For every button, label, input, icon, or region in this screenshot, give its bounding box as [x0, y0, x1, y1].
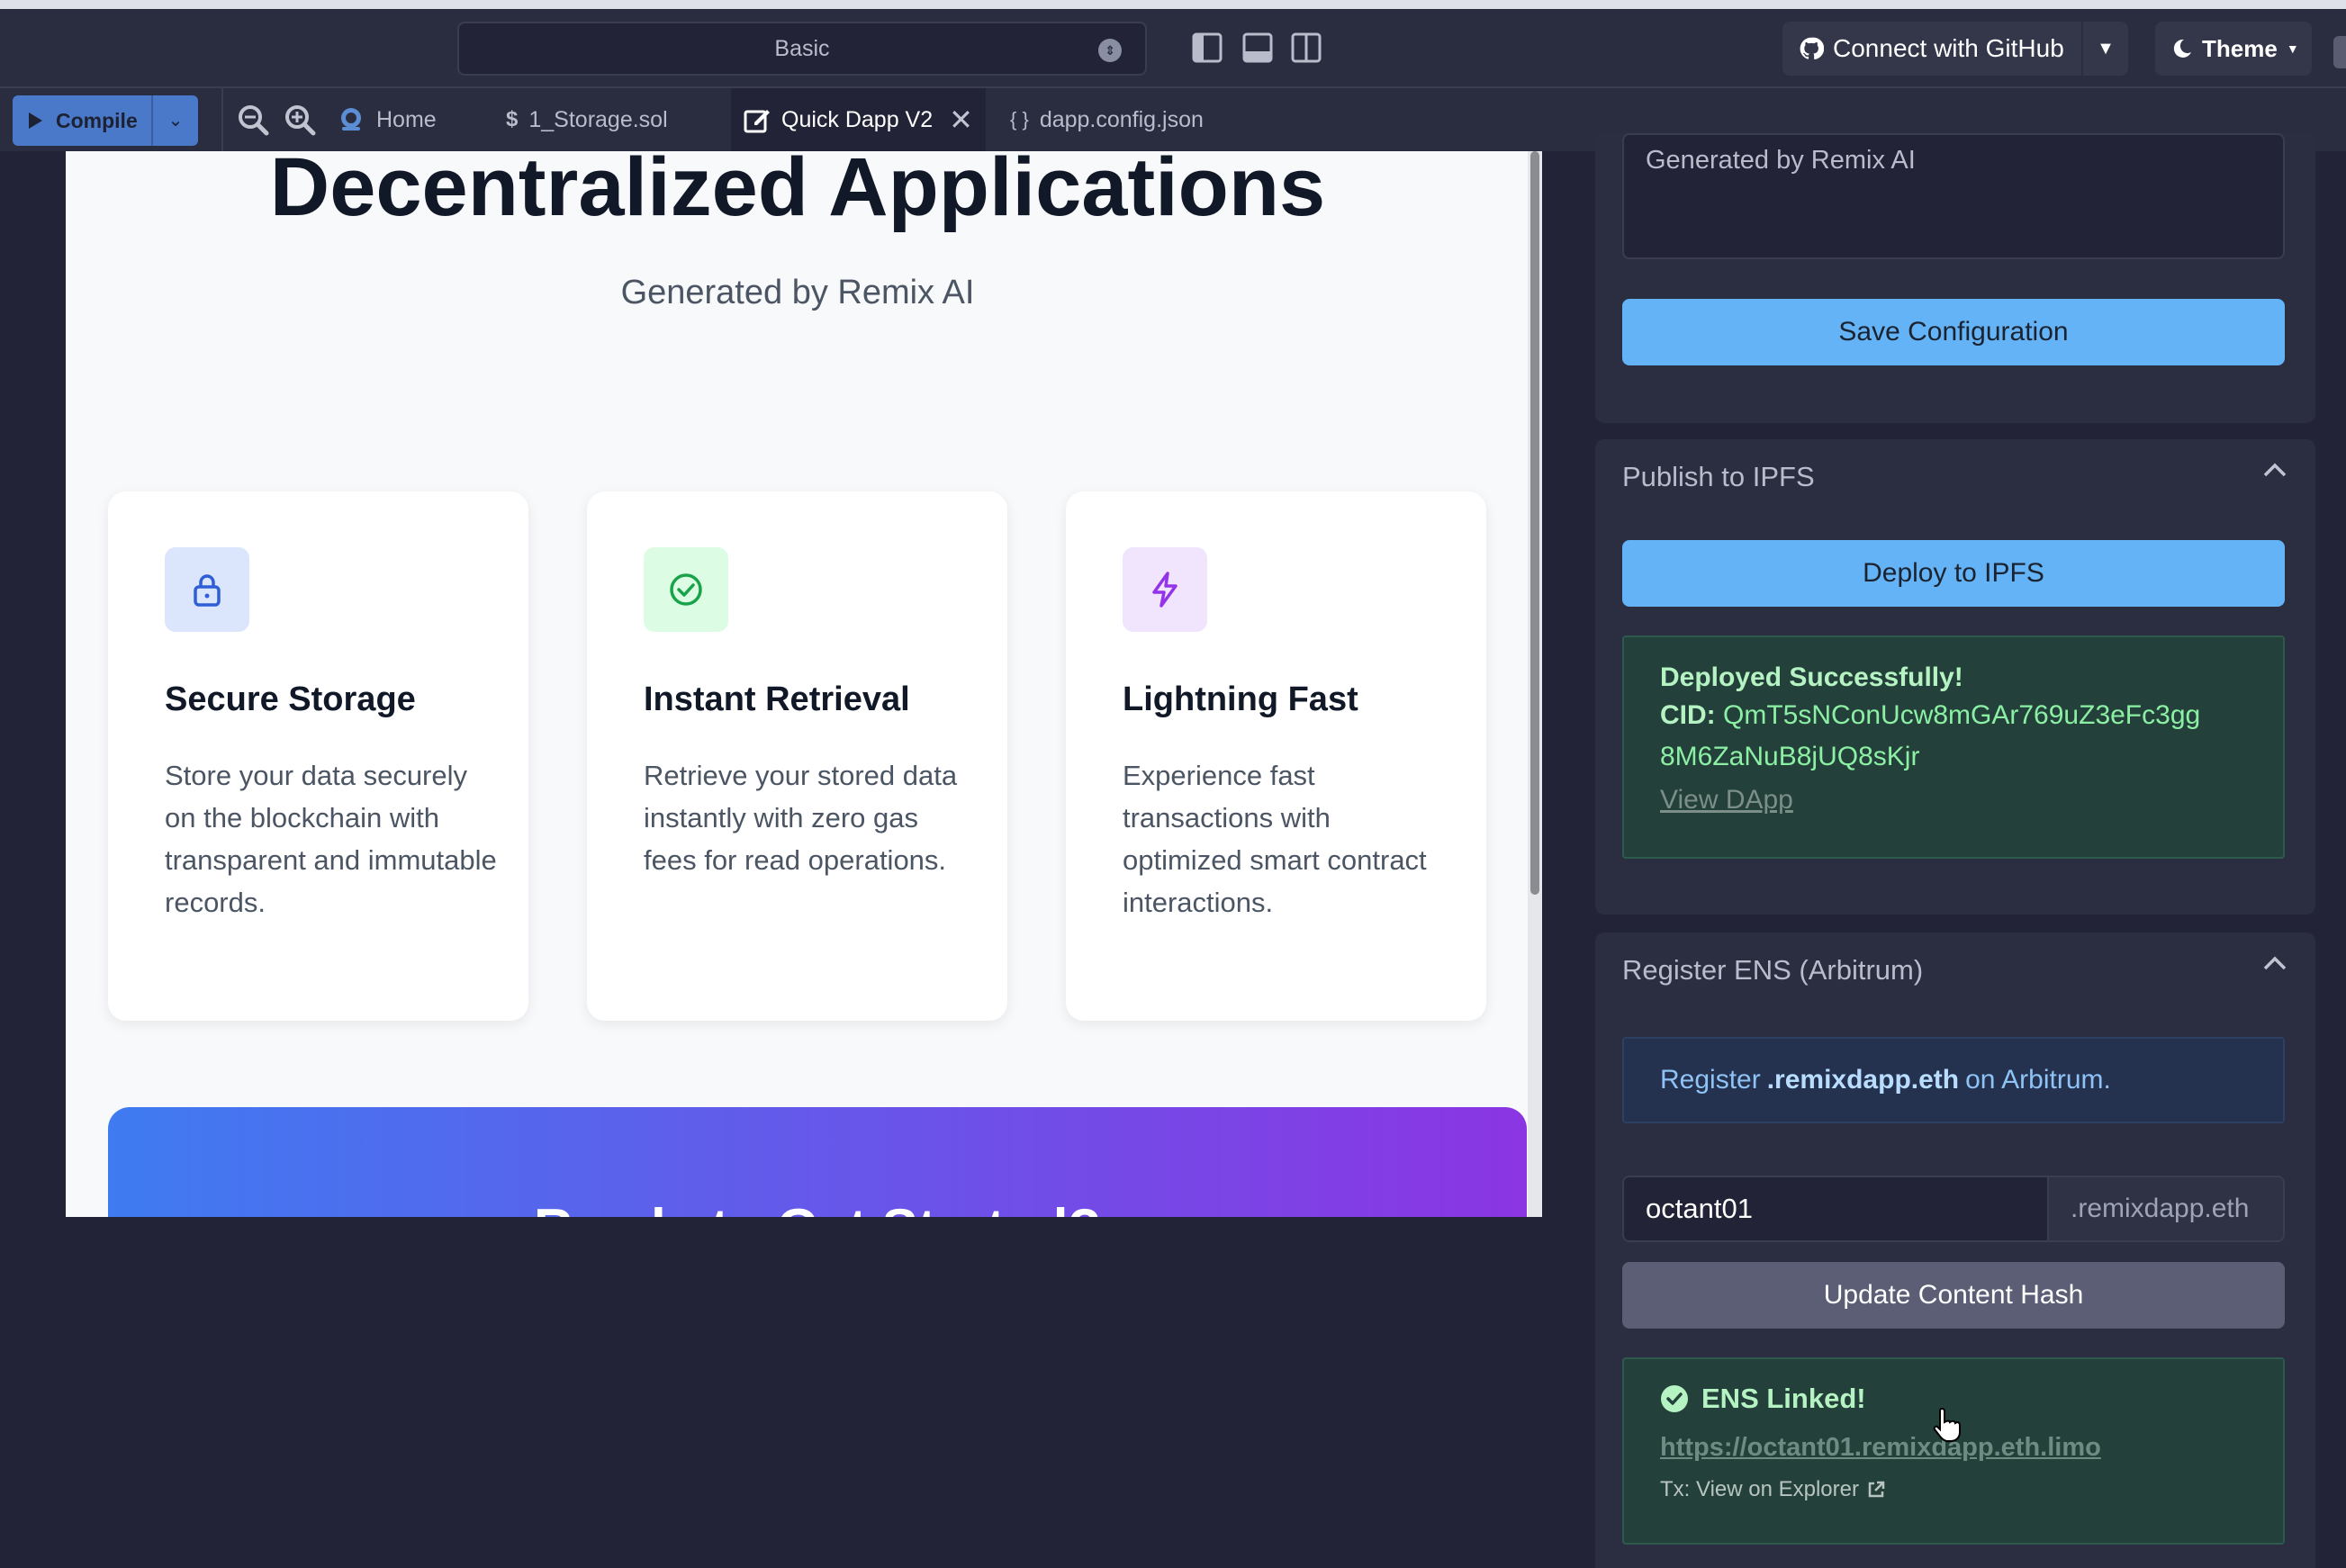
- feature-card-text: Store your data securely on the blockcha…: [165, 760, 497, 918]
- bottom-panel-layout-icon[interactable]: [1242, 32, 1273, 63]
- hand-cursor-icon: [1933, 1407, 1961, 1442]
- ens-name-input[interactable]: octant01: [1622, 1176, 2049, 1242]
- dapp-preview: Decentralized Applications Generated by …: [66, 151, 1542, 1217]
- deploy-ipfs-button[interactable]: Deploy to IPFS: [1622, 540, 2285, 607]
- feature-card-text: Experience fast transactions with optimi…: [1123, 760, 1427, 918]
- register-ens-section: Register ENS (Arbitrum) Register .remixd…: [1595, 933, 2315, 1568]
- remix-logo-icon: [341, 108, 361, 131]
- lightning-icon: [1123, 547, 1207, 632]
- compile-button[interactable]: Compile: [13, 95, 149, 146]
- deploy-success-alert: Deployed Successfully! CID: QmT5sNConUcw…: [1622, 635, 2285, 859]
- explorer-link[interactable]: Tx: View on Explorer: [1660, 1477, 2247, 1502]
- cta-title: Ready to Get Started?: [108, 1197, 1527, 1217]
- close-icon[interactable]: ✕: [949, 103, 973, 137]
- cid-label: CID:: [1660, 700, 1716, 730]
- feature-card: Lightning Fast Experience fast transacti…: [1066, 491, 1486, 1021]
- theme-label: Theme: [2202, 34, 2278, 62]
- split-panel-layout-icon[interactable]: [1291, 32, 1322, 63]
- publish-ipfs-section: Publish to IPFS Deploy to IPFS Deployed …: [1595, 439, 2315, 915]
- ens-info-prefix: Register: [1660, 1065, 1761, 1095]
- chevron-down-icon: ▼: [2286, 41, 2299, 56]
- hero-subtitle: Generated by Remix AI: [620, 274, 975, 311]
- tab-dapp-config-label: dapp.config.json: [1039, 106, 1204, 132]
- compile-dropdown-caret[interactable]: ⌄: [151, 95, 198, 146]
- feature-card: Secure Storage Store your data securely …: [108, 491, 528, 1021]
- tab-storage-sol[interactable]: $ 1_Storage.sol: [506, 88, 668, 151]
- compile-label: Compile: [56, 108, 138, 132]
- external-link-icon: [1868, 1481, 1885, 1498]
- tab-dapp-config[interactable]: { } dapp.config.json: [1010, 88, 1204, 151]
- ens-name-group: octant01 .remixdapp.eth: [1595, 1176, 2315, 1242]
- check-circle-icon: [1661, 1385, 1688, 1412]
- feature-card-title: Instant Retrieval: [644, 680, 910, 718]
- edit-icon: [744, 110, 770, 133]
- mode-select-value: Basic: [774, 36, 830, 61]
- json-file-icon: { }: [1010, 108, 1029, 131]
- theme-dropdown-button[interactable]: Theme ▼: [2155, 22, 2312, 76]
- feature-card-title: Lightning Fast: [1123, 680, 1358, 718]
- view-dapp-link[interactable]: View DApp: [1660, 785, 2247, 816]
- connect-github-button[interactable]: Connect with GitHub: [1782, 22, 2083, 76]
- deploy-success-title: Deployed Successfully!: [1660, 662, 1963, 692]
- tab-separator: [221, 88, 223, 151]
- window-top-edge: [0, 0, 2346, 9]
- preview-scrollbar[interactable]: [1528, 151, 1542, 1217]
- zoom-out-icon[interactable]: [236, 103, 270, 137]
- github-dropdown-caret[interactable]: ▼: [2081, 22, 2128, 76]
- section-title: Register ENS (Arbitrum): [1622, 954, 1924, 986]
- solidity-file-icon: $: [506, 107, 519, 131]
- ens-linked-alert: ENS Linked! https://octant01.remixdapp.e…: [1622, 1357, 2285, 1545]
- zoom-in-icon[interactable]: [283, 103, 317, 137]
- save-configuration-button[interactable]: Save Configuration: [1622, 299, 2285, 365]
- compile-group: Compile ⌄: [13, 95, 198, 146]
- ens-info-suffix: on Arbitrum.: [1965, 1065, 2111, 1095]
- update-content-hash-button[interactable]: Update Content Hash: [1622, 1262, 2285, 1329]
- moon-icon: [2173, 39, 2191, 58]
- tab-home[interactable]: Home: [337, 88, 437, 151]
- hero-title: Decentralized Applications: [269, 151, 1326, 233]
- ens-linked-title: ENS Linked!: [1701, 1383, 1866, 1414]
- feature-card-text: Retrieve your stored data instantly with…: [644, 760, 958, 876]
- tab-quick-dapp[interactable]: Quick Dapp V2 ✕: [731, 88, 986, 151]
- top-toolbar: Basic ⇕ Connect with GitHub ▼ Theme ▼: [0, 9, 2346, 88]
- play-icon: [29, 113, 42, 129]
- section-title: Publish to IPFS: [1622, 461, 1815, 492]
- feature-card: Instant Retrieval Retrieve your stored d…: [587, 491, 1007, 1021]
- tab-storage-label: 1_Storage.sol: [528, 106, 668, 132]
- ens-info-alert: Register .remixdapp.eth on Arbitrum.: [1622, 1037, 2285, 1123]
- preview-scrollbar-thumb[interactable]: [1530, 151, 1539, 895]
- select-arrows-icon: ⇕: [1098, 39, 1122, 62]
- lock-icon: [165, 547, 249, 632]
- github-icon: [1800, 37, 1824, 60]
- tab-home-label: Home: [376, 106, 437, 132]
- tab-quick-dapp-label: Quick Dapp V2: [781, 106, 934, 132]
- ens-info-domain: .remixdapp.eth: [1766, 1065, 1960, 1095]
- config-section: Generated by Remix AI Save Configuration: [1595, 133, 2315, 423]
- github-connect-group: Connect with GitHub ▼: [1782, 22, 2128, 76]
- chevron-up-icon[interactable]: [2260, 455, 2290, 486]
- left-panel-layout-icon[interactable]: [1192, 32, 1223, 63]
- ens-suffix-addon: .remixdapp.eth: [2047, 1176, 2285, 1242]
- explorer-link-label: Tx: View on Explorer: [1660, 1477, 1859, 1501]
- panel-edge-handle[interactable]: [2333, 36, 2346, 68]
- cid-line: CID: QmT5sNConUcw8mGAr769uZ3eFc3gg 8M6Za…: [1660, 695, 2254, 778]
- description-textarea[interactable]: Generated by Remix AI: [1622, 133, 2285, 259]
- connect-github-label: Connect with GitHub: [1833, 34, 2064, 62]
- cid-value: QmT5sNConUcw8mGAr769uZ3eFc3gg 8M6ZaNuB8j…: [1660, 700, 2201, 771]
- check-circle-icon: [644, 547, 728, 632]
- cta-banner: Ready to Get Started?: [108, 1107, 1527, 1217]
- chevron-up-icon[interactable]: [2260, 949, 2290, 979]
- mode-select[interactable]: Basic ⇕: [457, 22, 1147, 76]
- feature-card-title: Secure Storage: [165, 680, 416, 718]
